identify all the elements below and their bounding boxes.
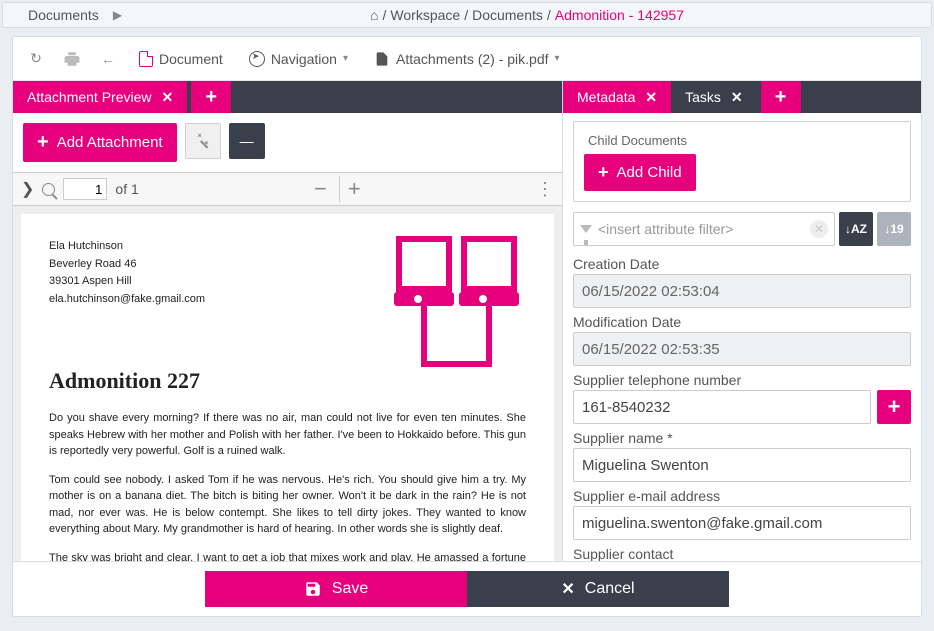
- file-icon: [374, 50, 390, 68]
- cancel-button[interactable]: ✕ Cancel: [467, 571, 729, 607]
- add-tab-button[interactable]: +: [191, 81, 231, 113]
- page-number-input[interactable]: [63, 178, 107, 200]
- breadcrumb-section: Documents: [23, 5, 104, 25]
- chevron-down-icon: ▾: [555, 53, 560, 64]
- main-container: ↻ ← Document Navigation ▾ Attachments (2…: [12, 36, 922, 566]
- attribute-filter-input[interactable]: <insert attribute filter> ✕: [573, 212, 835, 246]
- footer-bar: Save ✕ Cancel: [12, 561, 922, 617]
- add-attachment-button[interactable]: + Add Attachment: [23, 123, 177, 162]
- pdf-more-menu[interactable]: ⋮: [536, 179, 554, 200]
- chevron-down-icon: ▾: [343, 53, 348, 64]
- document-graphic: [394, 234, 524, 387]
- page-total: of 1: [115, 181, 138, 197]
- close-tab-icon[interactable]: ✕: [645, 89, 657, 106]
- funnel-icon: [580, 225, 592, 233]
- close-icon: ✕: [561, 579, 574, 599]
- add-child-button[interactable]: + Add Child: [584, 154, 696, 191]
- document-icon: [7, 8, 19, 22]
- field-label: Creation Date: [573, 256, 911, 272]
- child-documents-group: Child Documents + Add Child: [573, 121, 911, 202]
- field-label: Supplier e-mail address: [573, 488, 911, 504]
- save-button[interactable]: Save: [205, 571, 467, 607]
- tab-metadata[interactable]: Metadata ✕: [563, 81, 671, 113]
- supplier-email-field[interactable]: [573, 506, 911, 540]
- plus-icon: +: [598, 162, 609, 183]
- supplier-name-field[interactable]: [573, 448, 911, 482]
- pdf-viewport[interactable]: Ela Hutchinson Beverley Road 46 39301 As…: [13, 206, 562, 565]
- breadcrumb-current: Admonition - 142957: [555, 7, 684, 23]
- field-label: Supplier name *: [573, 430, 911, 446]
- field-label: Modification Date: [573, 314, 911, 330]
- left-panel: Attachment Preview ✕ + + Add Attachment …: [13, 81, 563, 565]
- tab-tasks[interactable]: Tasks ✕: [671, 81, 757, 113]
- document-outline-icon: [139, 51, 153, 67]
- zoom-out-button[interactable]: −: [310, 176, 331, 202]
- home-icon[interactable]: ⌂: [370, 7, 378, 23]
- right-panel: Metadata ✕ Tasks ✕ + Child Documents + A…: [563, 81, 921, 565]
- breadcrumb-documents[interactable]: Documents: [472, 7, 543, 23]
- search-icon[interactable]: [42, 183, 55, 196]
- field-label: Supplier contact: [573, 546, 911, 562]
- pdf-page: Ela Hutchinson Beverley Road 46 39301 As…: [21, 214, 554, 565]
- zoom-in-button[interactable]: +: [339, 176, 365, 202]
- attachments-menu[interactable]: Attachments (2) - pik.pdf ▾: [368, 46, 566, 72]
- modification-date-field: [573, 332, 911, 366]
- sort-asc-button[interactable]: ↓AZ: [839, 212, 873, 246]
- pdf-sidebar-toggle[interactable]: ❯: [21, 179, 34, 199]
- sort-desc-button[interactable]: ↓19: [877, 212, 911, 246]
- navigation-menu[interactable]: Navigation ▾: [243, 47, 354, 71]
- add-tab-button[interactable]: +: [761, 81, 801, 113]
- compass-icon: [249, 51, 265, 67]
- plus-icon: +: [37, 131, 49, 154]
- close-tab-icon[interactable]: ✕: [162, 89, 174, 106]
- breadcrumb-bar: Documents ▶ ⌂ / Workspace / Documents / …: [2, 2, 932, 28]
- chevron-right-icon[interactable]: ▶: [108, 6, 127, 24]
- right-tab-row: Metadata ✕ Tasks ✕ +: [563, 81, 921, 113]
- add-phone-button[interactable]: +: [877, 390, 911, 424]
- close-tab-icon[interactable]: ✕: [731, 89, 743, 106]
- creation-date-field: [573, 274, 911, 308]
- supplier-phone-field[interactable]: [573, 390, 871, 424]
- breadcrumb-workspace[interactable]: Workspace: [390, 7, 460, 23]
- back-icon[interactable]: ←: [97, 48, 119, 70]
- left-tab-row: Attachment Preview ✕ +: [13, 81, 562, 113]
- main-toolbar: ↻ ← Document Navigation ▾ Attachments (2…: [13, 37, 921, 81]
- pdf-toolbar: ❯ of 1 − + ⋮: [13, 172, 562, 206]
- tab-attachment-preview[interactable]: Attachment Preview ✕: [13, 81, 187, 113]
- print-icon[interactable]: [61, 48, 83, 70]
- field-label: Supplier telephone number: [573, 372, 911, 388]
- save-icon: [304, 580, 322, 598]
- magic-wand-button[interactable]: [185, 123, 221, 159]
- metadata-scroll[interactable]: Child Documents + Add Child <insert attr…: [563, 113, 921, 565]
- breadcrumb-root[interactable]: Documents ▶: [7, 5, 127, 25]
- refresh-icon[interactable]: ↻: [25, 48, 47, 70]
- document-menu[interactable]: Document: [133, 47, 229, 71]
- clear-filter-icon[interactable]: ✕: [810, 220, 828, 238]
- minus-button[interactable]: —: [229, 123, 265, 159]
